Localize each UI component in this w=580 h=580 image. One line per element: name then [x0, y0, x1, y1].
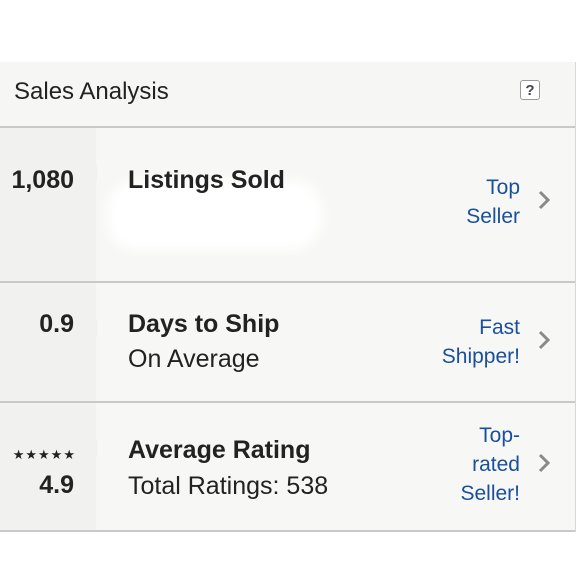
badge-line: Seller — [466, 205, 520, 228]
average-rating-title: Average Rating — [128, 436, 311, 464]
chevron-right-icon[interactable] — [538, 330, 550, 350]
row-content: Days to Ship On Average Fast Shipper! — [97, 283, 575, 401]
badge-line: rated — [472, 453, 520, 476]
panel-title: Sales Analysis — [14, 78, 169, 105]
star-rating-icon: ★★★★★ — [12, 447, 76, 462]
badge-line: Top — [486, 176, 520, 199]
help-button[interactable]: ? — [520, 80, 540, 100]
days-to-ship-title: Days to Ship — [128, 310, 280, 338]
chevron-right-icon[interactable] — [538, 453, 550, 473]
days-to-ship-value: 0.9 — [39, 310, 74, 338]
days-to-ship-subtitle: On Average — [128, 345, 260, 373]
stat-column: 1,080 — [0, 128, 105, 281]
badge-line: Top- — [479, 424, 520, 447]
row-content: Listings Sold Top Seller — [97, 128, 575, 281]
listings-sold-title: Listings Sold — [128, 166, 285, 194]
listings-sold-value: 1,080 — [11, 166, 74, 194]
days-to-ship-row[interactable]: 0.9 Days to Ship On Average Fast Shipper… — [0, 283, 575, 401]
badge-line: Fast — [479, 316, 520, 339]
badge-line: Shipper! — [441, 345, 520, 368]
chevron-right-icon[interactable] — [538, 190, 550, 210]
row-divider — [0, 530, 575, 532]
top-rated-seller-badge[interactable]: Top- rated Seller! — [460, 421, 520, 508]
stat-column: ★★★★★ 4.9 — [0, 403, 105, 530]
fast-shipper-badge[interactable]: Fast Shipper! — [442, 313, 520, 371]
average-rating-value: 4.9 — [39, 471, 74, 499]
average-rating-row[interactable]: ★★★★★ 4.9 Average Rating Total Ratings: … — [0, 403, 575, 530]
panel-header: Sales Analysis ? — [0, 62, 575, 128]
badge-line: Seller! — [460, 482, 520, 505]
row-content: Average Rating Total Ratings: 538 Top- r… — [97, 403, 575, 530]
top-seller-badge[interactable]: Top Seller — [466, 173, 520, 231]
sales-analysis-panel: Sales Analysis ? 1,080 Listings Sold Top… — [0, 62, 576, 532]
listings-sold-row[interactable]: 1,080 Listings Sold Top Seller — [0, 128, 575, 281]
stat-column: 0.9 — [0, 283, 105, 401]
total-ratings-text: Total Ratings: 538 — [128, 472, 329, 500]
